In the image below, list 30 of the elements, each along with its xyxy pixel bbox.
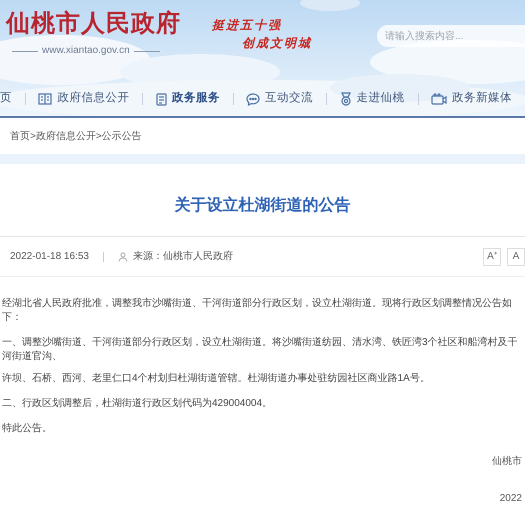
person-icon [118, 252, 128, 262]
nav-tab[interactable]: 政府信息公开 [25, 90, 142, 108]
publish-time: 2022-01-18 16:53 [10, 250, 89, 264]
site-title: 仙桃市人民政府 [6, 12, 181, 36]
chat-icon [246, 92, 260, 106]
slogan-text: 挺进五十强 [212, 17, 283, 34]
paragraph-text: 经湖北省人民政府批准，调整我市沙嘴街道、干河街道部分行政区划，设立杜湖街道。现将行政区划调整情况公告如下： [2, 297, 513, 325]
signature-text: 仙桃市 [492, 454, 522, 469]
source-text: 来源：仙桃市人民政府 [132, 250, 233, 264]
camera-icon [431, 93, 448, 105]
search-field[interactable]: 请输入搜索内容... [377, 25, 525, 47]
site-url: www.xiantao.gov.cn [42, 46, 130, 56]
paragraph-text: 许坝、石桥、西河、老里仁口4个村划归杜湖街道管辖。杜湖街道办事处驻纺园社区商业路1A号。 [2, 372, 431, 386]
medal-icon [340, 92, 352, 106]
nav-tab[interactable]: 走进仙桃 [326, 90, 418, 108]
font-size-button[interactable]: A [507, 248, 525, 266]
font-size-button[interactable]: A⁺ [483, 248, 501, 266]
book-icon [38, 93, 52, 105]
article-title: 关于设立杜湖街道的公告 [174, 195, 350, 216]
paragraph-text: 一、调整沙嘴街道、干河街道部分行政区划，设立杜湖街道。将沙嘴街道纺园、清水湾、铁匠湾3个社区和船湾村及干河街道官沟、 [2, 336, 519, 364]
paragraph-text: 二、行政区划调整后，杜湖街道行政区划代码为429004004。 [2, 397, 274, 411]
nav-tab[interactable]: 政务服务 [142, 90, 233, 108]
slogan-text: 创成文明城 [242, 35, 312, 52]
breadcrumb-text: 首页>政府信息公开>公示公告 [10, 130, 142, 144]
nav-tab[interactable]: 页 [0, 90, 25, 108]
document-icon [156, 92, 167, 106]
date-text: 2022 [500, 492, 522, 506]
nav-tab[interactable]: 政务新媒体 [418, 90, 525, 108]
nav-tab[interactable]: 互动交流 [233, 90, 326, 108]
paragraph-text: 特此公告。 [2, 422, 53, 436]
